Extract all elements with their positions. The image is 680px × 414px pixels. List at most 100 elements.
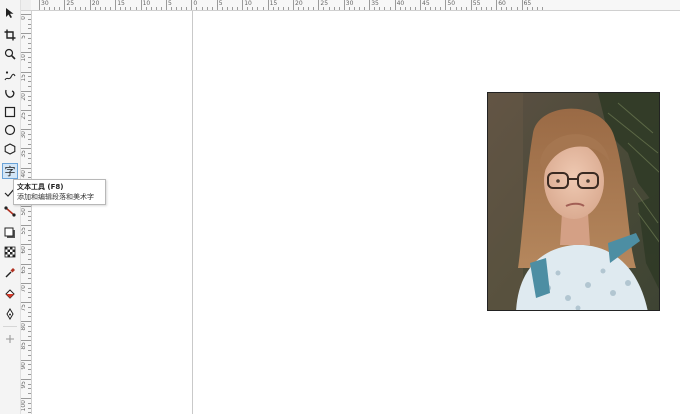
- eyedropper-icon: [4, 267, 16, 279]
- ruler-minor-tick: [348, 7, 350, 10]
- vertical-ruler[interactable]: 0510152025303540455055606570758085909510…: [21, 11, 32, 414]
- ruler-minor-tick: [28, 138, 31, 140]
- polygon-icon: [4, 143, 16, 155]
- ruler-minor-tick: [28, 86, 31, 87]
- freehand-tool[interactable]: [2, 68, 18, 84]
- ruler-label: 15: [21, 73, 27, 82]
- ruler-label: 5: [168, 0, 172, 7]
- ruler-minor-tick: [28, 335, 31, 337]
- ruler-minor-tick: [465, 7, 467, 10]
- ruler-tick: [21, 263, 31, 265]
- zoom-tool[interactable]: [2, 46, 18, 62]
- ruler-minor-tick: [28, 354, 31, 356]
- ruler-label: 0: [193, 0, 198, 7]
- ruler-tick: [21, 398, 31, 399]
- ruler-label: 95: [21, 380, 27, 389]
- ruler-minor-tick: [333, 7, 335, 10]
- portrait-photo[interactable]: [487, 92, 660, 311]
- rectangle-tool[interactable]: [2, 104, 18, 120]
- ruler-tick: [343, 0, 345, 10]
- ruler-minor-tick: [28, 143, 31, 145]
- ruler-tick: [21, 71, 31, 73]
- ruler-minor-tick: [150, 7, 152, 10]
- ruler-label: 50: [21, 208, 27, 216]
- ruler-label: 30: [21, 131, 27, 139]
- ruler-minor-tick: [460, 7, 462, 10]
- checker-icon: [4, 246, 16, 258]
- ruler-label: 30: [345, 0, 354, 7]
- ruler-minor-tick: [28, 220, 31, 222]
- text-icon: 字: [4, 164, 16, 178]
- toolbar-separator: [3, 326, 17, 327]
- rectangle-icon: [4, 106, 16, 118]
- ruler-minor-tick: [338, 7, 340, 10]
- ruler-tick: [470, 0, 472, 10]
- ruler-minor-tick: [237, 7, 239, 10]
- smart-fill-tool[interactable]: [2, 306, 18, 322]
- ruler-label: 70: [21, 284, 27, 293]
- ruler-label: 5: [21, 35, 27, 40]
- ruler-tick: [21, 359, 31, 361]
- ruler-minor-tick: [221, 7, 223, 10]
- ruler-minor-tick: [28, 268, 31, 270]
- ruler-minor-tick: [536, 7, 538, 10]
- ruler-minor-tick: [28, 158, 31, 159]
- ruler-minor-tick: [308, 7, 310, 10]
- ruler-minor-tick: [28, 407, 31, 409]
- ruler-minor-tick: [28, 292, 31, 294]
- ruler-minor-tick: [28, 62, 31, 63]
- ruler-minor-tick: [79, 7, 81, 10]
- ruler-minor-tick: [211, 7, 213, 10]
- photo-image: [488, 93, 659, 310]
- ruler-tick: [21, 167, 31, 169]
- ruler-minor-tick: [384, 7, 386, 10]
- ruler-minor-tick: [28, 258, 31, 260]
- ruler-minor-tick: [28, 287, 31, 289]
- ruler-minor-tick: [186, 7, 188, 10]
- ruler-minor-tick: [28, 364, 31, 366]
- ruler-tick: [115, 0, 117, 10]
- text-tool[interactable]: 字: [2, 163, 18, 179]
- ruler-minor-tick: [475, 7, 477, 10]
- ruler-minor-tick: [28, 124, 31, 126]
- ruler-minor-tick: [28, 134, 31, 135]
- ruler-label: 20: [91, 0, 100, 7]
- ruler-minor-tick: [455, 7, 457, 10]
- freehand-icon: [4, 70, 16, 82]
- ruler-minor-tick: [328, 7, 330, 10]
- ruler-minor-tick: [379, 7, 381, 10]
- artistic-media-tool[interactable]: [2, 86, 18, 102]
- horizontal-ruler[interactable]: 30 25 20 15 10 5 0 5 10 15 20 25 30 35 40 45 50 55 60 65: [31, 0, 680, 11]
- ruler-minor-tick: [28, 326, 31, 327]
- drawing-canvas[interactable]: [32, 11, 680, 414]
- ruler-label: 60: [21, 246, 27, 255]
- ruler-label: 40: [396, 0, 405, 7]
- pick-tool[interactable]: [2, 5, 18, 21]
- ruler-minor-tick: [99, 7, 101, 10]
- ruler-tick: [521, 0, 523, 10]
- ruler-minor-tick: [450, 7, 452, 10]
- ruler-label: 25: [320, 0, 329, 7]
- crop-tool[interactable]: [2, 27, 18, 43]
- connector-tool[interactable]: [2, 203, 18, 219]
- ruler-label: 40: [21, 169, 27, 178]
- eyedropper-tool[interactable]: [2, 265, 18, 281]
- ruler-label: 60: [498, 0, 506, 7]
- ruler-minor-tick: [531, 7, 533, 10]
- interactive-fill-tool[interactable]: [2, 286, 18, 302]
- add-tool-button[interactable]: [2, 331, 18, 347]
- ruler-minor-tick: [298, 7, 300, 10]
- transparency-tool[interactable]: [2, 244, 18, 260]
- polygon-tool[interactable]: [2, 141, 18, 157]
- ruler-minor-tick: [303, 7, 305, 10]
- ellipse-tool[interactable]: [2, 122, 18, 138]
- ruler-tick: [21, 282, 31, 284]
- ruler-minor-tick: [28, 330, 31, 332]
- ruler-label: 50: [447, 0, 456, 7]
- drop-shadow-tool[interactable]: [2, 225, 18, 241]
- ruler-label: 85: [21, 342, 27, 351]
- ruler-tick: [191, 0, 193, 10]
- ruler-label: 25: [66, 0, 75, 7]
- shadow-icon: [4, 227, 16, 239]
- ruler-minor-tick: [28, 383, 31, 385]
